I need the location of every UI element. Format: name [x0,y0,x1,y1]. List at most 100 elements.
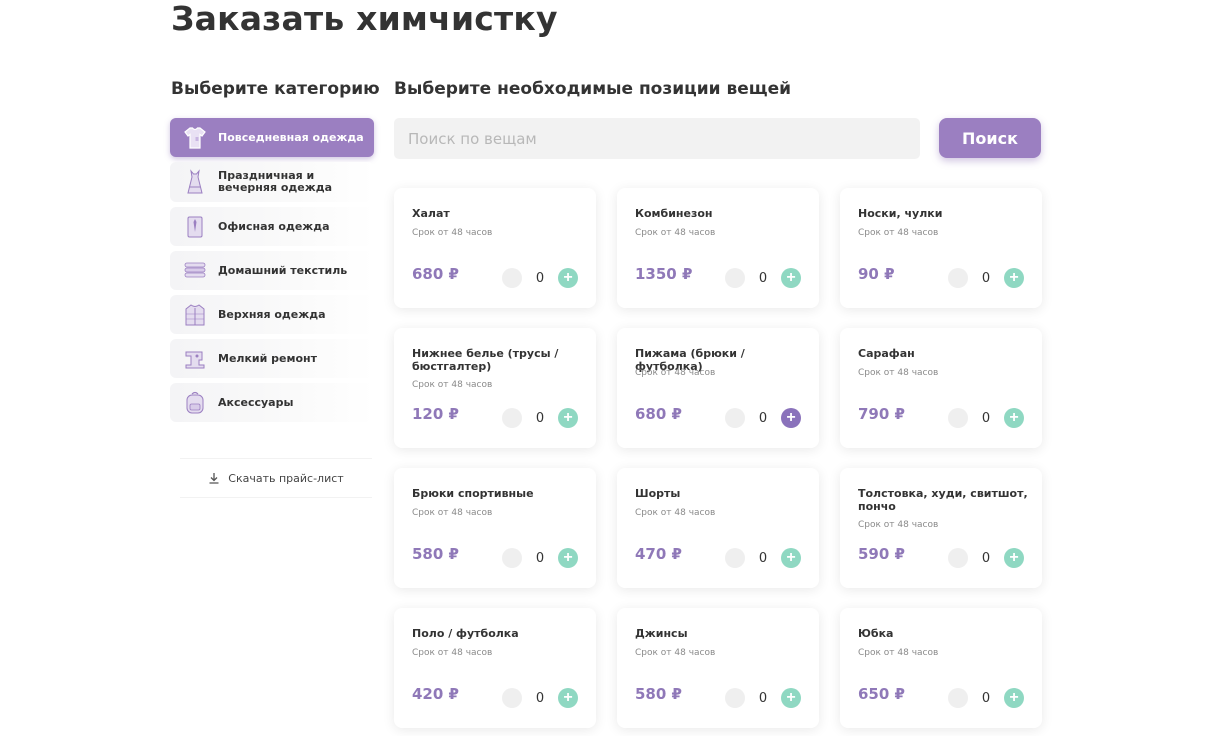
category-item-casual[interactable]: Повседневная одежда [170,118,374,157]
item-term: Срок от 48 часов [858,368,939,378]
decrement-button[interactable] [502,548,522,568]
quantity-stepper: 0 + [502,268,578,288]
increment-button[interactable]: + [558,268,578,288]
increment-button[interactable]: + [1004,548,1024,568]
item-price: 470 ₽ [635,545,682,563]
increment-button[interactable]: + [558,548,578,568]
category-item-office[interactable]: Офисная одежда [170,207,374,246]
increment-button[interactable]: + [558,688,578,708]
item-price: 90 ₽ [858,265,895,283]
quantity-value: 0 [758,690,768,706]
quantity-stepper: 0 + [502,548,578,568]
plus-icon: + [786,689,796,706]
towels-icon [182,258,208,284]
decrement-button[interactable] [725,688,745,708]
category-label: Офисная одежда [218,219,330,233]
plus-icon: + [1009,549,1019,566]
item-card-underwear: Нижнее белье (трусы / бюстгалтер) Срок о… [394,328,596,448]
item-card-polo: Поло / футболка Срок от 48 часов 420 ₽ 0… [394,608,596,728]
quantity-value: 0 [981,270,991,286]
item-price: 790 ₽ [858,405,905,423]
item-card-shorts: Шорты Срок от 48 часов 470 ₽ 0 + [617,468,819,588]
item-card-overalls: Комбинезон Срок от 48 часов 1350 ₽ 0 + [617,188,819,308]
item-price: 590 ₽ [858,545,905,563]
decrement-button[interactable] [725,548,745,568]
items-heading: Выберите необходимые позиции вещей [394,79,792,99]
category-label: Праздничная и вечерняя одежда [218,169,333,194]
item-term: Срок от 48 часов [635,368,716,378]
plus-icon: + [786,409,796,426]
item-name: Джинсы [635,627,688,640]
increment-button[interactable]: + [781,688,801,708]
plus-icon: + [786,549,796,566]
category-sidebar: Повседневная одежда Праздничная и вечерн… [170,118,374,427]
quantity-stepper: 0 + [502,408,578,428]
search-button[interactable]: Поиск [939,118,1041,158]
plus-icon: + [1009,269,1019,286]
quantity-value: 0 [758,550,768,566]
item-term: Срок от 48 часов [635,508,716,518]
decrement-button[interactable] [948,548,968,568]
download-icon [208,469,220,488]
item-card-skirt: Юбка Срок от 48 часов 650 ₽ 0 + [840,608,1042,728]
plus-icon: + [563,689,573,706]
increment-button[interactable]: + [781,268,801,288]
item-name: Поло / футболка [412,627,519,640]
item-price: 1350 ₽ [635,265,693,283]
increment-button[interactable]: + [1004,408,1024,428]
category-item-accessories[interactable]: Аксессуары [170,383,374,422]
category-label: Мелкий ремонт [218,351,318,365]
quantity-stepper: 0 + [725,688,801,708]
plus-icon: + [1009,689,1019,706]
quantity-value: 0 [535,410,545,426]
item-term: Срок от 48 часов [412,380,493,390]
increment-button[interactable]: + [1004,268,1024,288]
quantity-stepper: 0 + [948,268,1024,288]
increment-button[interactable]: + [781,548,801,568]
decrement-button[interactable] [502,688,522,708]
item-price: 420 ₽ [412,685,459,703]
categories-heading: Выберите категорию [171,79,380,99]
category-item-repair[interactable]: Мелкий ремонт [170,339,374,378]
item-term: Срок от 48 часов [412,508,493,518]
increment-button[interactable]: + [1004,688,1024,708]
decrement-button[interactable] [948,268,968,288]
category-item-home-textile[interactable]: Домашний текстиль [170,251,374,290]
category-item-evening[interactable]: Праздничная и вечерняя одежда [170,162,374,202]
decrement-button[interactable] [948,688,968,708]
category-label: Аксессуары [218,395,294,409]
item-card-pajamas: Пижама (брюки / футболка) Срок от 48 час… [617,328,819,448]
increment-button[interactable]: + [781,408,801,428]
item-price: 680 ₽ [635,405,682,423]
quantity-value: 0 [535,690,545,706]
item-name: Халат [412,207,450,220]
item-card-sport-pants: Брюки спортивные Срок от 48 часов 580 ₽ … [394,468,596,588]
decrement-button[interactable] [725,408,745,428]
plus-icon: + [563,409,573,426]
sewing-machine-icon [182,346,208,372]
quantity-stepper: 0 + [725,548,801,568]
quantity-value: 0 [981,690,991,706]
category-label: Верхняя одежда [218,307,326,321]
quantity-value: 0 [758,410,768,426]
jacket-icon [182,302,208,328]
decrement-button[interactable] [948,408,968,428]
item-price: 580 ₽ [635,685,682,703]
decrement-button[interactable] [725,268,745,288]
download-price-list-link[interactable]: Скачать прайс-лист [180,458,372,498]
category-label: Повседневная одежда [218,130,364,144]
item-term: Срок от 48 часов [858,520,939,530]
category-item-outerwear[interactable]: Верхняя одежда [170,295,374,334]
decrement-button[interactable] [502,268,522,288]
item-card-socks: Носки, чулки Срок от 48 часов 90 ₽ 0 + [840,188,1042,308]
item-card-sundress: Сарафан Срок от 48 часов 790 ₽ 0 + [840,328,1042,448]
item-name: Носки, чулки [858,207,943,220]
decrement-button[interactable] [502,408,522,428]
item-name: Юбка [858,627,894,640]
item-term: Срок от 48 часов [635,228,716,238]
item-term: Срок от 48 часов [858,228,939,238]
item-name: Нижнее белье (трусы / бюстгалтер) [412,347,559,373]
search-input[interactable] [394,118,920,159]
quantity-value: 0 [981,550,991,566]
increment-button[interactable]: + [558,408,578,428]
